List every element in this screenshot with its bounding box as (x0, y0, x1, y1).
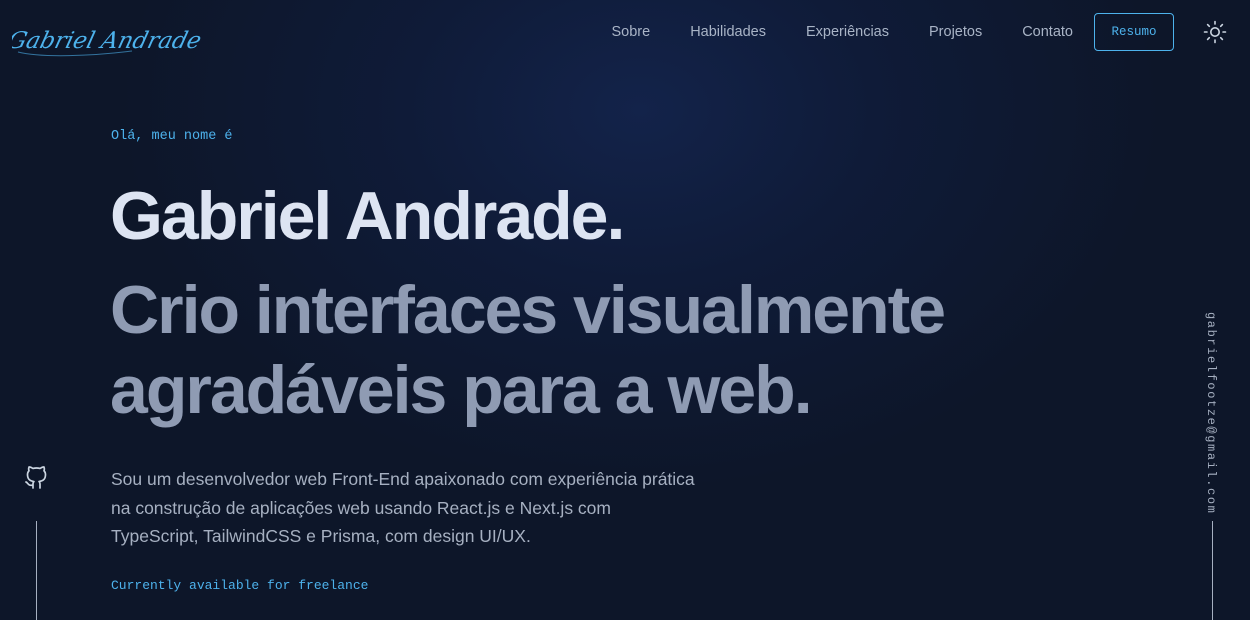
theme-toggle-button[interactable] (1202, 19, 1228, 45)
top-nav: Sobre Habilidades Experiências Projetos … (612, 13, 1229, 51)
signature-text: Gabriel Andrade (12, 26, 204, 54)
resume-button[interactable]: Resumo (1094, 13, 1174, 51)
nav-link-habilidades[interactable]: Habilidades (690, 24, 766, 40)
nav-link-projetos[interactable]: Projetos (929, 24, 982, 40)
github-link[interactable] (24, 466, 48, 490)
nav-link-sobre[interactable]: Sobre (612, 24, 651, 40)
sun-icon (1203, 20, 1227, 44)
signature-logo-drawing: Gabriel Andrade (5, 26, 204, 57)
availability-note: Currently available for freelance (111, 578, 369, 593)
left-sidebar-line (36, 521, 37, 620)
hero-tagline: Crio interfaces visualmente agradáveis p… (110, 272, 946, 428)
hero-intro: Olá, meu nome é (111, 129, 233, 144)
email-link[interactable]: gabrielfootze@gmail.com (1204, 312, 1218, 514)
right-sidebar-line (1212, 521, 1213, 620)
nav-link-experiencias[interactable]: Experiências (806, 24, 889, 40)
signature-logo[interactable]: Gabriel Andrade (5, 18, 204, 62)
github-icon (25, 466, 47, 489)
hero-name: Gabriel Andrade. (110, 178, 625, 254)
nav-link-contato[interactable]: Contato (1022, 24, 1073, 40)
hero-bio: Sou um desenvolvedor web Front-End apaix… (111, 469, 695, 546)
